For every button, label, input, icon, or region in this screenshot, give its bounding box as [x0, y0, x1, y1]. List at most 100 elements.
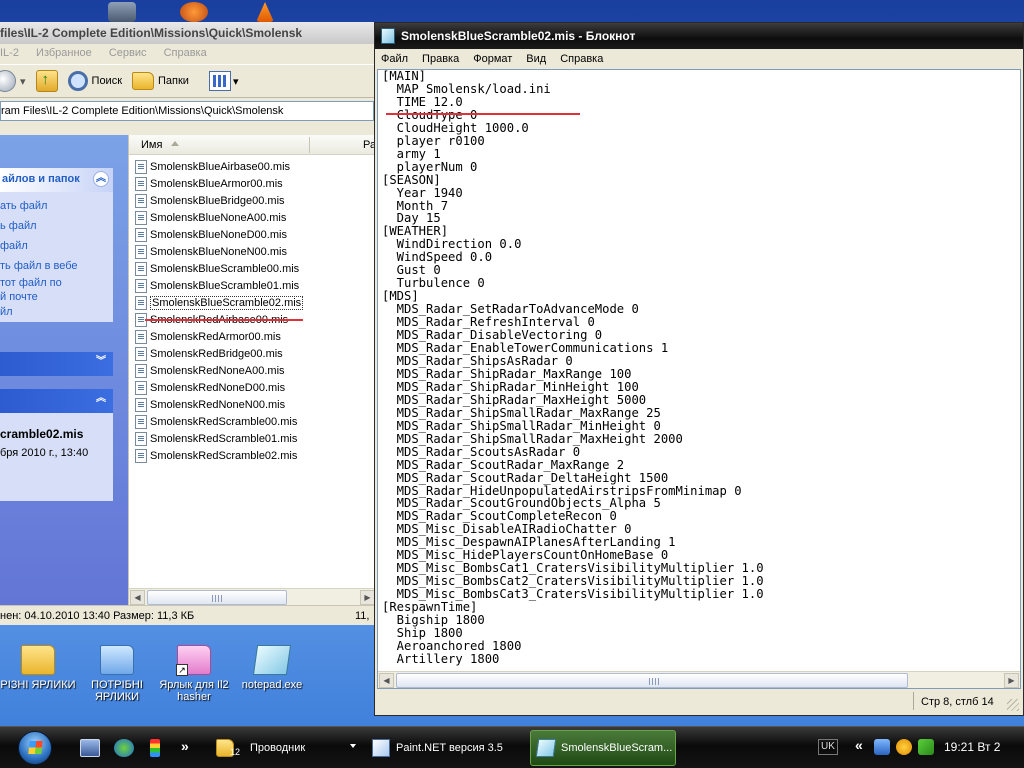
- expand-icon[interactable]: ︾: [93, 355, 109, 371]
- task-copy-file[interactable]: файл: [0, 236, 113, 256]
- menu-edit[interactable]: Правка: [422, 53, 459, 65]
- task-publish-web[interactable]: ть файл в вебе: [0, 256, 113, 276]
- resize-grip-icon[interactable]: [1007, 699, 1019, 711]
- menu-help[interactable]: Справка: [560, 53, 603, 65]
- desktop-icon-il2-hasher[interactable]: ↗ Ярлык для Il2 hasher: [154, 645, 234, 703]
- file-row[interactable]: SmolenskRedNoneA00.mis: [135, 362, 285, 379]
- color-bars-icon[interactable]: [150, 739, 160, 757]
- file-row[interactable]: SmolenskRedScramble01.mis: [135, 430, 297, 447]
- file-row[interactable]: SmolenskBlueScramble02.mis: [135, 294, 304, 311]
- notepad-hscrollbar[interactable]: ◀ ▶: [378, 671, 1020, 688]
- column-name[interactable]: Имя: [141, 139, 162, 151]
- notepad-text-area[interactable]: [MAIN] MAP Smolensk/load.ini TIME 12.0 C…: [377, 69, 1021, 689]
- menu-view[interactable]: Вид: [526, 53, 546, 65]
- np-scroll-thumb[interactable]: [396, 673, 908, 688]
- start-button[interactable]: [18, 731, 52, 765]
- text-line: [SEASON]: [382, 172, 441, 187]
- column-separator[interactable]: [309, 137, 310, 153]
- taskbar-notepad-label: SmolenskBlueScram...: [561, 742, 673, 754]
- notepad-title-bar[interactable]: SmolenskBlueScramble02.mis - Блокнот: [375, 23, 1023, 49]
- file-highlight-underline: [145, 319, 303, 321]
- taskbar-paintnet-button[interactable]: Paint.NET версия 3.5: [366, 730, 526, 766]
- task-email-file[interactable]: тот файл по: [0, 276, 113, 290]
- desktop-top-icons: [100, 0, 300, 24]
- back-button[interactable]: ▾: [0, 70, 26, 92]
- language-indicator[interactable]: UK: [818, 739, 838, 755]
- scroll-left-icon[interactable]: ◀: [130, 590, 145, 605]
- mis-file-icon: [135, 176, 147, 191]
- file-row[interactable]: SmolenskBlueNoneD00.mis: [135, 226, 287, 243]
- network-icon[interactable]: [874, 739, 890, 755]
- file-row[interactable]: SmolenskRedBridge00.mis: [135, 345, 283, 362]
- search-button[interactable]: Поиск: [67, 71, 122, 91]
- collapse-details-icon[interactable]: ︽: [93, 392, 109, 408]
- np-scroll-right-icon[interactable]: ▶: [1004, 673, 1019, 688]
- top-app-icon[interactable]: [180, 2, 208, 22]
- back-dropdown-icon[interactable]: ▾: [20, 75, 26, 88]
- file-row[interactable]: SmolenskBlueScramble01.mis: [135, 277, 299, 294]
- file-row[interactable]: SmolenskRedScramble00.mis: [135, 413, 297, 430]
- folder-shortcut-icon: ↗: [176, 645, 211, 676]
- file-row[interactable]: SmolenskBlueNoneA00.mis: [135, 209, 286, 226]
- text-line: MAP Smolensk/load.ini: [382, 81, 551, 96]
- file-name: SmolenskBlueScramble02.mis: [150, 295, 304, 310]
- text-line: Artillery 1800: [382, 651, 500, 666]
- text-line: MDS_Radar_ShipSmallRadar_MaxHeight 2000: [382, 431, 683, 446]
- text-line: CloudHeight 1000.0: [382, 120, 529, 135]
- desktop-icon-rizni-yarlyky[interactable]: РІЗНІ ЯРЛИКИ: [0, 645, 78, 691]
- np-scroll-left-icon[interactable]: ◀: [379, 673, 394, 688]
- mis-file-icon: [135, 278, 147, 293]
- quick-launch-chevron-icon[interactable]: »: [181, 738, 189, 754]
- file-row[interactable]: SmolenskRedScramble02.mis: [135, 447, 297, 464]
- notepad-icon: [381, 28, 395, 44]
- tray-expand-chevron-icon[interactable]: «: [855, 737, 863, 753]
- menu-file[interactable]: Файл: [381, 53, 408, 65]
- details-header[interactable]: ︽: [0, 389, 113, 413]
- views-button[interactable]: ▾: [199, 71, 238, 91]
- file-row[interactable]: SmolenskBlueAirbase00.mis: [135, 158, 290, 175]
- explorer-title-bar[interactable]: files\IL-2 Complete Edition\Missions\Qui…: [0, 22, 374, 44]
- file-list-hscrollbar[interactable]: ◀ ▶: [129, 588, 376, 605]
- scroll-thumb[interactable]: [147, 590, 287, 605]
- taskbar-explorer-button[interactable]: 12 Проводник: [210, 730, 360, 766]
- tray-app-icon[interactable]: [896, 739, 912, 755]
- file-row[interactable]: SmolenskBlueArmor00.mis: [135, 175, 283, 192]
- task-email-file-cont[interactable]: й почте: [0, 290, 113, 304]
- menu-format[interactable]: Формат: [473, 53, 512, 65]
- file-row[interactable]: SmolenskBlueBridge00.mis: [135, 192, 285, 209]
- up-folder-button[interactable]: [35, 70, 58, 92]
- mis-file-icon: [135, 227, 147, 242]
- internet-globe-icon[interactable]: [114, 739, 134, 757]
- address-bar[interactable]: ram Files\IL-2 Complete Edition\Missions…: [0, 101, 374, 121]
- task-delete-file[interactable]: йл: [0, 304, 113, 320]
- task-move-file[interactable]: ь файл: [0, 216, 113, 236]
- file-folder-tasks-header[interactable]: айлов и папок ︽: [0, 168, 113, 192]
- show-desktop-icon[interactable]: [80, 739, 100, 757]
- file-row[interactable]: SmolenskRedNoneN00.mis: [135, 396, 285, 413]
- notepad-title: SmolenskBlueScramble02.mis - Блокнот: [401, 29, 636, 43]
- clock[interactable]: 19:21 Вт 2: [944, 740, 1000, 754]
- task-rename-file[interactable]: ать файл: [0, 196, 113, 216]
- taskbar-notepad-button[interactable]: SmolenskBlueScram...: [530, 730, 676, 766]
- file-row[interactable]: SmolenskRedNoneD00.mis: [135, 379, 285, 396]
- menu-item-favorites[interactable]: Избранное: [36, 47, 92, 59]
- collapse-icon[interactable]: ︽: [93, 171, 109, 187]
- group-dropdown-icon: [350, 744, 356, 748]
- text-line: MDS_Radar_ScoutRadar_DeltaHeight 1500: [382, 470, 669, 485]
- security-shield-icon[interactable]: [918, 739, 934, 755]
- scroll-right-icon[interactable]: ▶: [360, 590, 375, 605]
- desktop-icon-potribni-yarlyky[interactable]: ПОТРІБНІ ЯРЛИКИ: [77, 645, 157, 703]
- menu-item-help[interactable]: Справка: [164, 47, 207, 59]
- desktop-icon-notepad[interactable]: notepad.exe: [232, 645, 312, 691]
- menu-item-tools[interactable]: Сервис: [109, 47, 147, 59]
- file-folder-tasks-title: айлов и папок: [2, 173, 80, 185]
- vlc-cone-icon[interactable]: [256, 2, 274, 22]
- file-row[interactable]: SmolenskBlueScramble00.mis: [135, 260, 299, 277]
- text-line: player r0100: [382, 133, 485, 148]
- top-tools-icon[interactable]: [108, 2, 136, 22]
- file-row[interactable]: SmolenskBlueNoneN00.mis: [135, 243, 287, 260]
- file-row[interactable]: SmolenskRedArmor00.mis: [135, 328, 281, 345]
- folders-button[interactable]: Папки: [132, 72, 189, 90]
- menu-item-il2[interactable]: IL-2: [0, 47, 19, 59]
- other-places-header[interactable]: ︾: [0, 352, 113, 376]
